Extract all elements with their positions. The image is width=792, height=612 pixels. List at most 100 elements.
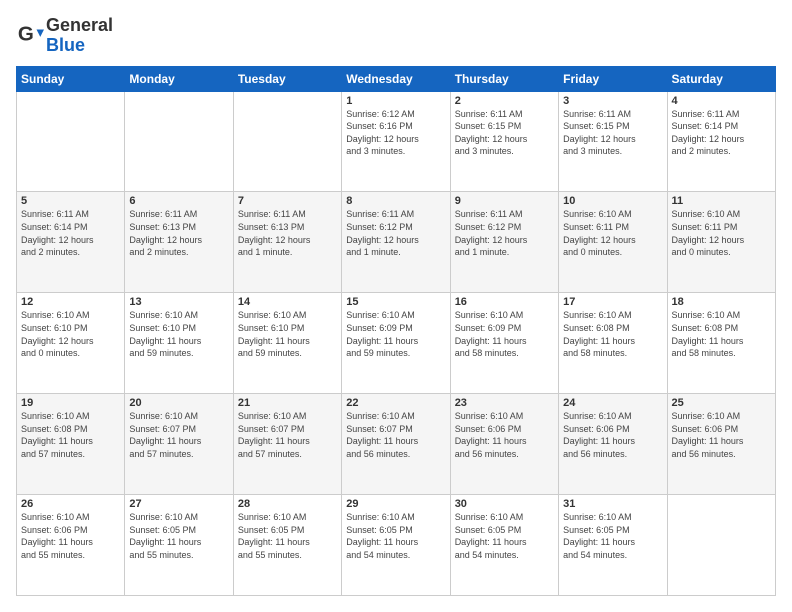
calendar-cell: 26Sunrise: 6:10 AM Sunset: 6:06 PM Dayli… (17, 495, 125, 596)
calendar-cell: 24Sunrise: 6:10 AM Sunset: 6:06 PM Dayli… (559, 394, 667, 495)
calendar-week-row: 26Sunrise: 6:10 AM Sunset: 6:06 PM Dayli… (17, 495, 776, 596)
day-number: 11 (672, 195, 771, 207)
calendar-cell: 13Sunrise: 6:10 AM Sunset: 6:10 PM Dayli… (125, 293, 233, 394)
calendar-cell: 4Sunrise: 6:11 AM Sunset: 6:14 PM Daylig… (667, 91, 775, 192)
day-info: Sunrise: 6:11 AM Sunset: 6:13 PM Dayligh… (238, 208, 337, 258)
day-number: 22 (346, 397, 445, 409)
calendar-cell: 14Sunrise: 6:10 AM Sunset: 6:10 PM Dayli… (233, 293, 341, 394)
calendar-week-row: 12Sunrise: 6:10 AM Sunset: 6:10 PM Dayli… (17, 293, 776, 394)
day-number: 3 (563, 95, 662, 107)
weekday-header-tuesday: Tuesday (233, 66, 341, 91)
day-info: Sunrise: 6:10 AM Sunset: 6:07 PM Dayligh… (129, 410, 228, 460)
day-info: Sunrise: 6:11 AM Sunset: 6:12 PM Dayligh… (455, 208, 554, 258)
calendar-cell: 31Sunrise: 6:10 AM Sunset: 6:05 PM Dayli… (559, 495, 667, 596)
day-number: 7 (238, 195, 337, 207)
calendar-cell (17, 91, 125, 192)
day-info: Sunrise: 6:10 AM Sunset: 6:08 PM Dayligh… (563, 309, 662, 359)
day-info: Sunrise: 6:10 AM Sunset: 6:10 PM Dayligh… (21, 309, 120, 359)
calendar-cell: 9Sunrise: 6:11 AM Sunset: 6:12 PM Daylig… (450, 192, 558, 293)
calendar-cell (233, 91, 341, 192)
calendar-week-row: 5Sunrise: 6:11 AM Sunset: 6:14 PM Daylig… (17, 192, 776, 293)
weekday-header-wednesday: Wednesday (342, 66, 450, 91)
day-info: Sunrise: 6:10 AM Sunset: 6:05 PM Dayligh… (563, 511, 662, 561)
calendar-cell: 20Sunrise: 6:10 AM Sunset: 6:07 PM Dayli… (125, 394, 233, 495)
day-number: 24 (563, 397, 662, 409)
day-number: 27 (129, 498, 228, 510)
calendar-cell: 30Sunrise: 6:10 AM Sunset: 6:05 PM Dayli… (450, 495, 558, 596)
day-number: 5 (21, 195, 120, 207)
day-info: Sunrise: 6:12 AM Sunset: 6:16 PM Dayligh… (346, 108, 445, 158)
day-info: Sunrise: 6:10 AM Sunset: 6:11 PM Dayligh… (563, 208, 662, 258)
calendar-cell: 10Sunrise: 6:10 AM Sunset: 6:11 PM Dayli… (559, 192, 667, 293)
day-number: 14 (238, 296, 337, 308)
weekday-header-saturday: Saturday (667, 66, 775, 91)
day-info: Sunrise: 6:10 AM Sunset: 6:06 PM Dayligh… (455, 410, 554, 460)
calendar-cell: 19Sunrise: 6:10 AM Sunset: 6:08 PM Dayli… (17, 394, 125, 495)
logo: G General Blue (16, 16, 113, 56)
day-number: 17 (563, 296, 662, 308)
calendar-cell: 15Sunrise: 6:10 AM Sunset: 6:09 PM Dayli… (342, 293, 450, 394)
day-number: 25 (672, 397, 771, 409)
calendar-cell: 2Sunrise: 6:11 AM Sunset: 6:15 PM Daylig… (450, 91, 558, 192)
day-number: 20 (129, 397, 228, 409)
day-number: 1 (346, 95, 445, 107)
svg-text:G: G (18, 22, 34, 45)
day-info: Sunrise: 6:10 AM Sunset: 6:07 PM Dayligh… (238, 410, 337, 460)
calendar-cell: 22Sunrise: 6:10 AM Sunset: 6:07 PM Dayli… (342, 394, 450, 495)
calendar-cell (125, 91, 233, 192)
weekday-header-thursday: Thursday (450, 66, 558, 91)
day-info: Sunrise: 6:10 AM Sunset: 6:08 PM Dayligh… (672, 309, 771, 359)
calendar-week-row: 1Sunrise: 6:12 AM Sunset: 6:16 PM Daylig… (17, 91, 776, 192)
weekday-header-sunday: Sunday (17, 66, 125, 91)
day-info: Sunrise: 6:10 AM Sunset: 6:07 PM Dayligh… (346, 410, 445, 460)
weekday-header-row: SundayMondayTuesdayWednesdayThursdayFrid… (17, 66, 776, 91)
calendar-cell: 17Sunrise: 6:10 AM Sunset: 6:08 PM Dayli… (559, 293, 667, 394)
day-number: 16 (455, 296, 554, 308)
calendar-cell: 29Sunrise: 6:10 AM Sunset: 6:05 PM Dayli… (342, 495, 450, 596)
day-info: Sunrise: 6:11 AM Sunset: 6:13 PM Dayligh… (129, 208, 228, 258)
calendar-cell: 16Sunrise: 6:10 AM Sunset: 6:09 PM Dayli… (450, 293, 558, 394)
calendar-cell: 6Sunrise: 6:11 AM Sunset: 6:13 PM Daylig… (125, 192, 233, 293)
calendar-cell: 5Sunrise: 6:11 AM Sunset: 6:14 PM Daylig… (17, 192, 125, 293)
calendar-cell: 21Sunrise: 6:10 AM Sunset: 6:07 PM Dayli… (233, 394, 341, 495)
day-number: 15 (346, 296, 445, 308)
day-number: 26 (21, 498, 120, 510)
calendar-cell: 3Sunrise: 6:11 AM Sunset: 6:15 PM Daylig… (559, 91, 667, 192)
day-info: Sunrise: 6:10 AM Sunset: 6:05 PM Dayligh… (238, 511, 337, 561)
day-number: 13 (129, 296, 228, 308)
day-info: Sunrise: 6:10 AM Sunset: 6:08 PM Dayligh… (21, 410, 120, 460)
day-number: 23 (455, 397, 554, 409)
day-info: Sunrise: 6:10 AM Sunset: 6:05 PM Dayligh… (455, 511, 554, 561)
calendar-cell (667, 495, 775, 596)
calendar-cell: 25Sunrise: 6:10 AM Sunset: 6:06 PM Dayli… (667, 394, 775, 495)
calendar-cell: 18Sunrise: 6:10 AM Sunset: 6:08 PM Dayli… (667, 293, 775, 394)
calendar-table: SundayMondayTuesdayWednesdayThursdayFrid… (16, 66, 776, 596)
day-info: Sunrise: 6:10 AM Sunset: 6:06 PM Dayligh… (563, 410, 662, 460)
day-info: Sunrise: 6:11 AM Sunset: 6:15 PM Dayligh… (455, 108, 554, 158)
weekday-header-friday: Friday (559, 66, 667, 91)
day-number: 12 (21, 296, 120, 308)
logo-text: General Blue (46, 16, 113, 56)
calendar-cell: 1Sunrise: 6:12 AM Sunset: 6:16 PM Daylig… (342, 91, 450, 192)
day-number: 18 (672, 296, 771, 308)
day-number: 2 (455, 95, 554, 107)
calendar-week-row: 19Sunrise: 6:10 AM Sunset: 6:08 PM Dayli… (17, 394, 776, 495)
day-number: 19 (21, 397, 120, 409)
day-info: Sunrise: 6:10 AM Sunset: 6:09 PM Dayligh… (455, 309, 554, 359)
day-number: 31 (563, 498, 662, 510)
weekday-header-monday: Monday (125, 66, 233, 91)
day-number: 21 (238, 397, 337, 409)
day-info: Sunrise: 6:10 AM Sunset: 6:05 PM Dayligh… (129, 511, 228, 561)
day-number: 9 (455, 195, 554, 207)
calendar-cell: 28Sunrise: 6:10 AM Sunset: 6:05 PM Dayli… (233, 495, 341, 596)
day-number: 6 (129, 195, 228, 207)
day-number: 4 (672, 95, 771, 107)
calendar-cell: 8Sunrise: 6:11 AM Sunset: 6:12 PM Daylig… (342, 192, 450, 293)
calendar-cell: 12Sunrise: 6:10 AM Sunset: 6:10 PM Dayli… (17, 293, 125, 394)
day-info: Sunrise: 6:10 AM Sunset: 6:09 PM Dayligh… (346, 309, 445, 359)
page-header: G General Blue (16, 16, 776, 56)
day-number: 10 (563, 195, 662, 207)
day-info: Sunrise: 6:10 AM Sunset: 6:10 PM Dayligh… (238, 309, 337, 359)
calendar-cell: 27Sunrise: 6:10 AM Sunset: 6:05 PM Dayli… (125, 495, 233, 596)
day-info: Sunrise: 6:11 AM Sunset: 6:12 PM Dayligh… (346, 208, 445, 258)
